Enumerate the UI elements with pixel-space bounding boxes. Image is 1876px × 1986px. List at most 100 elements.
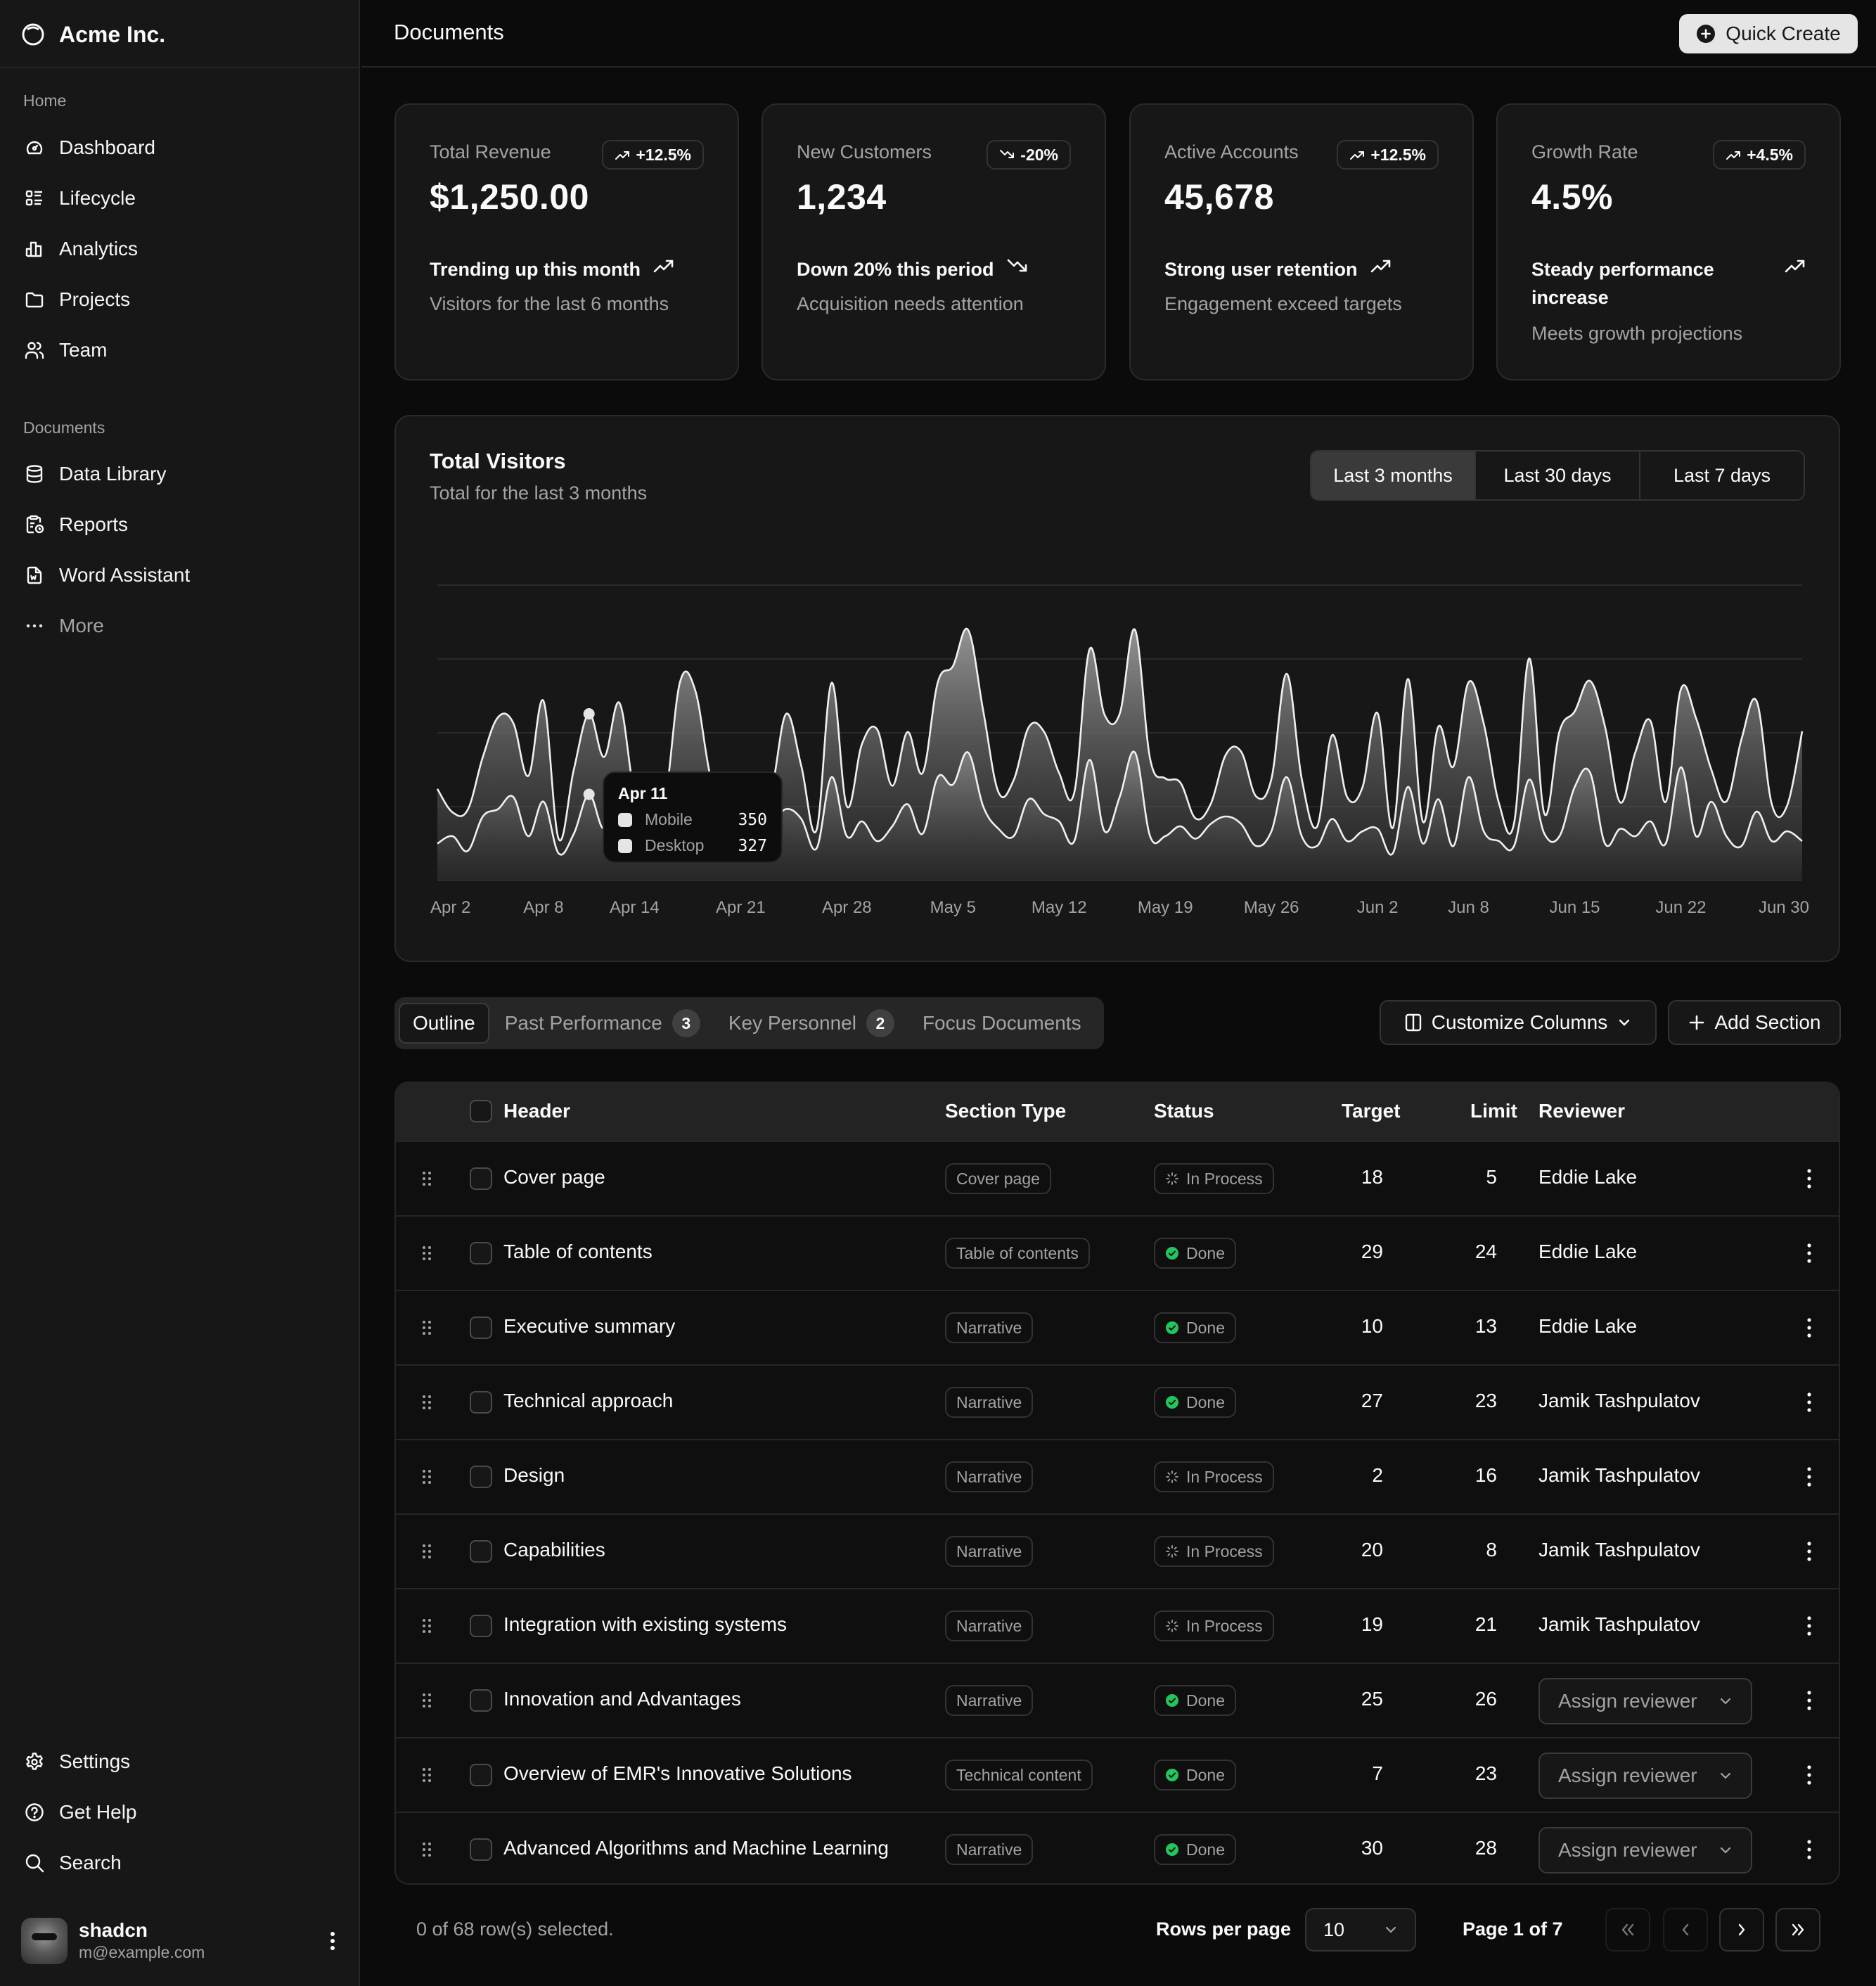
row-header-text[interactable]: Advanced Algorithms and Machine Learning bbox=[503, 1837, 889, 1859]
more-vertical-icon[interactable] bbox=[1802, 1466, 1816, 1488]
row-header-text[interactable]: Integration with existing systems bbox=[503, 1613, 787, 1636]
limit-value[interactable]: 26 bbox=[1455, 1688, 1497, 1710]
visitors-area-chart[interactable]: Apr 2 Apr 8 Apr 14 Apr 21 Apr 28 May 5 May 12 M… bbox=[396, 416, 1842, 963]
more-vertical-icon[interactable] bbox=[1802, 1689, 1816, 1712]
assign-reviewer-select[interactable]: Assign reviewer bbox=[1538, 1678, 1752, 1724]
sidebar-item-analytics[interactable]: Analytics bbox=[13, 229, 347, 269]
row-checkbox[interactable] bbox=[470, 1764, 492, 1786]
target-value[interactable]: 2 bbox=[1341, 1464, 1383, 1487]
more-vertical-icon[interactable] bbox=[321, 1929, 345, 1953]
drag-handle-icon[interactable] bbox=[421, 1543, 432, 1560]
more-vertical-icon[interactable] bbox=[1802, 1838, 1816, 1861]
limit-value[interactable]: 24 bbox=[1455, 1241, 1497, 1263]
more-vertical-icon[interactable] bbox=[1802, 1242, 1816, 1264]
add-section-button[interactable]: Add Section bbox=[1668, 1000, 1841, 1045]
limit-value[interactable]: 16 bbox=[1455, 1464, 1497, 1487]
more-vertical-icon[interactable] bbox=[1802, 1391, 1816, 1414]
row-checkbox[interactable] bbox=[470, 1391, 492, 1414]
customize-columns-button[interactable]: Customize Columns bbox=[1380, 1000, 1657, 1045]
row-header-text[interactable]: Design bbox=[503, 1464, 565, 1487]
drag-handle-icon[interactable] bbox=[421, 1394, 432, 1411]
assign-reviewer-select[interactable]: Assign reviewer bbox=[1538, 1753, 1752, 1799]
sidebar-item-team[interactable]: Team bbox=[13, 330, 347, 371]
sidebar-item-data-library[interactable]: Data Library bbox=[13, 454, 347, 494]
row-checkbox[interactable] bbox=[470, 1242, 492, 1264]
target-value[interactable]: 30 bbox=[1341, 1837, 1383, 1859]
more-vertical-icon[interactable] bbox=[1802, 1764, 1816, 1786]
row-checkbox[interactable] bbox=[470, 1540, 492, 1563]
row-checkbox[interactable] bbox=[470, 1167, 492, 1190]
column-header-reviewer[interactable]: Reviewer bbox=[1538, 1100, 1625, 1122]
table-row[interactable]: Cover page Cover page In Process 18 5 Eddie L… bbox=[396, 1141, 1839, 1215]
brand[interactable]: Acme Inc. bbox=[21, 17, 165, 52]
row-checkbox[interactable] bbox=[470, 1466, 492, 1488]
next-page-button[interactable] bbox=[1719, 1908, 1764, 1952]
table-row[interactable]: Advanced Algorithms and Machine Learning… bbox=[396, 1812, 1839, 1883]
table-row[interactable]: Overview of EMR's Innovative Solutions Te… bbox=[396, 1737, 1839, 1812]
target-value[interactable]: 7 bbox=[1341, 1762, 1383, 1785]
tab-outline[interactable]: Outline bbox=[399, 1003, 489, 1044]
drag-handle-icon[interactable] bbox=[421, 1245, 432, 1262]
drag-handle-icon[interactable] bbox=[421, 1319, 432, 1336]
limit-value[interactable]: 28 bbox=[1455, 1837, 1497, 1859]
more-vertical-icon[interactable] bbox=[1802, 1540, 1816, 1563]
limit-value[interactable]: 5 bbox=[1455, 1166, 1497, 1189]
target-value[interactable]: 10 bbox=[1341, 1315, 1383, 1338]
drag-handle-icon[interactable] bbox=[421, 1617, 432, 1634]
sidebar-item-word-assistant[interactable]: Word Assistant bbox=[13, 555, 347, 596]
more-vertical-icon[interactable] bbox=[1802, 1167, 1816, 1190]
sidebar-item-projects[interactable]: Projects bbox=[13, 279, 347, 320]
column-header-header[interactable]: Header bbox=[503, 1100, 570, 1122]
column-header-limit[interactable]: Limit bbox=[1470, 1100, 1517, 1122]
row-header-text[interactable]: Technical approach bbox=[503, 1390, 673, 1412]
row-header-text[interactable]: Capabilities bbox=[503, 1539, 605, 1561]
drag-handle-icon[interactable] bbox=[421, 1170, 432, 1187]
drag-handle-icon[interactable] bbox=[421, 1468, 432, 1485]
row-header-text[interactable]: Table of contents bbox=[503, 1241, 653, 1263]
limit-value[interactable]: 23 bbox=[1455, 1762, 1497, 1785]
sidebar-item-get-help[interactable]: Get Help bbox=[13, 1792, 347, 1833]
tab-past-performance[interactable]: Past Performance 3 bbox=[492, 1003, 713, 1044]
target-value[interactable]: 29 bbox=[1341, 1241, 1383, 1263]
table-row[interactable]: Integration with existing systems Narrati… bbox=[396, 1588, 1839, 1663]
first-page-button[interactable] bbox=[1605, 1908, 1650, 1952]
limit-value[interactable]: 23 bbox=[1455, 1390, 1497, 1412]
column-header-section-type[interactable]: Section Type bbox=[945, 1100, 1066, 1122]
user-profile[interactable]: shadcn m@example.com bbox=[21, 1916, 345, 1966]
row-header-text[interactable]: Overview of EMR's Innovative Solutions bbox=[503, 1762, 852, 1785]
target-value[interactable]: 27 bbox=[1341, 1390, 1383, 1412]
table-row[interactable]: Design Narrative In Process 2 16 Jamik Tashpu… bbox=[396, 1439, 1839, 1513]
tab-key-personnel[interactable]: Key Personnel 2 bbox=[716, 1003, 907, 1044]
quick-create-button[interactable]: Quick Create bbox=[1679, 14, 1858, 53]
sidebar-item-dashboard[interactable]: Dashboard bbox=[13, 127, 347, 168]
row-checkbox[interactable] bbox=[470, 1838, 492, 1861]
table-row[interactable]: Technical approach Narrative Done 27 23 Jamik… bbox=[396, 1364, 1839, 1439]
target-value[interactable]: 25 bbox=[1341, 1688, 1383, 1710]
limit-value[interactable]: 13 bbox=[1455, 1315, 1497, 1338]
sidebar-item-settings[interactable]: Settings bbox=[13, 1741, 347, 1782]
table-row[interactable]: Capabilities Narrative In Process 20 8 Jamik … bbox=[396, 1513, 1839, 1588]
table-row[interactable]: Innovation and Advantages Narrative Done 25… bbox=[396, 1663, 1839, 1737]
drag-handle-icon[interactable] bbox=[421, 1767, 432, 1783]
row-header-text[interactable]: Cover page bbox=[503, 1166, 605, 1189]
previous-page-button[interactable] bbox=[1663, 1908, 1708, 1952]
row-header-text[interactable]: Innovation and Advantages bbox=[503, 1688, 741, 1710]
limit-value[interactable]: 8 bbox=[1455, 1539, 1497, 1561]
more-vertical-icon[interactable] bbox=[1802, 1316, 1816, 1339]
target-value[interactable]: 19 bbox=[1341, 1613, 1383, 1636]
sidebar-item-more[interactable]: More bbox=[13, 606, 347, 646]
sidebar-item-lifecycle[interactable]: Lifecycle bbox=[13, 178, 347, 219]
sidebar-item-search[interactable]: Search bbox=[13, 1843, 347, 1883]
rows-per-page-select[interactable]: 10 bbox=[1305, 1908, 1416, 1952]
last-page-button[interactable] bbox=[1775, 1908, 1820, 1952]
row-header-text[interactable]: Executive summary bbox=[503, 1315, 675, 1338]
more-vertical-icon[interactable] bbox=[1802, 1615, 1816, 1637]
limit-value[interactable]: 21 bbox=[1455, 1613, 1497, 1636]
select-all-checkbox[interactable] bbox=[470, 1100, 492, 1122]
drag-handle-icon[interactable] bbox=[421, 1692, 432, 1709]
assign-reviewer-select[interactable]: Assign reviewer bbox=[1538, 1827, 1752, 1873]
column-header-target[interactable]: Target bbox=[1342, 1100, 1401, 1122]
drag-handle-icon[interactable] bbox=[421, 1841, 432, 1858]
table-row[interactable]: Table of contents Table of contents Done 29… bbox=[396, 1215, 1839, 1290]
target-value[interactable]: 20 bbox=[1341, 1539, 1383, 1561]
